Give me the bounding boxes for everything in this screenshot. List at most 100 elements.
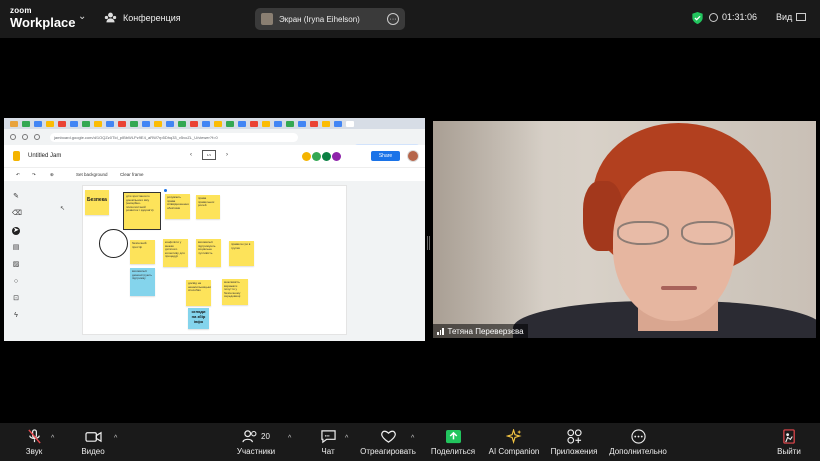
ai-companion-button[interactable]: AI Companion	[486, 423, 542, 461]
collaborator-avatar[interactable]	[312, 152, 321, 161]
ai-companion-label: AI Companion	[488, 446, 540, 456]
browser-tab[interactable]	[286, 121, 294, 127]
jam-title[interactable]: Untitled Jam	[28, 153, 61, 159]
jam-board[interactable]: Безпека діти зростаючого дошкільного вік…	[82, 185, 347, 335]
sticky-note[interactable]: безпечний простір	[130, 240, 155, 264]
text-box-icon[interactable]: ⊡	[12, 295, 20, 303]
sticky-note[interactable]: вихователі підтримують соціальне чутливі…	[196, 239, 221, 267]
browser-tab[interactable]	[22, 121, 30, 127]
eraser-icon[interactable]: ⌫	[12, 210, 22, 218]
video-options-caret-icon[interactable]: ^	[114, 435, 117, 442]
forward-icon[interactable]	[22, 134, 28, 140]
encryption-shield-icon[interactable]	[692, 12, 703, 24]
browser-tab[interactable]	[46, 121, 54, 127]
circle-shape[interactable]	[99, 229, 128, 258]
browser-tab[interactable]	[178, 121, 186, 127]
undo-icon[interactable]: ↶	[16, 172, 20, 178]
browser-tab[interactable]	[82, 121, 90, 127]
sticky-note[interactable]: досвід на ненасильницьких способах	[186, 280, 211, 306]
chevron-down-icon[interactable]: ⌄	[78, 11, 86, 22]
participants-button[interactable]: 20 Участники	[236, 423, 276, 461]
audio-options-caret-icon[interactable]: ^	[51, 435, 54, 442]
zoom-icon[interactable]: ⊕	[50, 172, 54, 178]
select-icon[interactable]: ➤	[12, 227, 20, 235]
browser-tab[interactable]	[274, 121, 282, 127]
jamboard-canvas-area: ✎ ⌫ ➤ ▤ ▨ ○ ⊡ ϟ Безпека діти зростаючого…	[4, 181, 425, 341]
active-browser-tab[interactable]	[346, 121, 354, 127]
image-icon[interactable]: ▨	[12, 261, 20, 269]
apps-button[interactable]: Приложения	[548, 423, 600, 461]
screen-share-indicator[interactable]: Экран (Iryna Eihelson) ···	[255, 8, 405, 30]
meet-icon[interactable]	[302, 152, 311, 161]
leave-label: Выйти	[777, 446, 801, 456]
reload-icon[interactable]	[34, 134, 40, 140]
browser-tab[interactable]	[70, 121, 78, 127]
chat-button[interactable]: ••• Чат	[316, 423, 340, 461]
browser-tab[interactable]	[190, 121, 198, 127]
next-frame-icon[interactable]: ›	[226, 152, 228, 158]
browser-tab[interactable]	[10, 121, 18, 127]
view-button[interactable]: Вид	[776, 12, 807, 22]
browser-tab[interactable]	[34, 121, 42, 127]
reactions-button[interactable]: Отреагировать	[358, 423, 418, 461]
laser-icon[interactable]: ϟ	[12, 312, 20, 320]
browser-tab[interactable]	[214, 121, 222, 127]
browser-tab[interactable]	[58, 121, 66, 127]
sticky-note[interactable]: огляди на збір інфо	[188, 308, 209, 329]
sticky-note[interactable]: правила гри в групах	[229, 241, 254, 266]
prev-frame-icon[interactable]: ‹	[190, 152, 192, 158]
browser-tab[interactable]	[118, 121, 126, 127]
browser-tab[interactable]	[322, 121, 330, 127]
browser-tab[interactable]	[94, 121, 102, 127]
chat-options-caret-icon[interactable]: ^	[345, 435, 348, 442]
glasses-lens	[617, 221, 669, 245]
circle-tool-icon[interactable]: ○	[12, 278, 20, 286]
reactions-options-caret-icon[interactable]: ^	[411, 435, 414, 442]
jam-share-button[interactable]: Share	[371, 151, 400, 161]
sticky-note-icon[interactable]: ▤	[12, 244, 20, 252]
redo-icon[interactable]: ↷	[32, 172, 36, 178]
share-screen-button[interactable]: Поделиться	[428, 423, 478, 461]
splitter-handle[interactable]	[427, 236, 430, 250]
meeting-info-button[interactable]: Конференция	[104, 11, 181, 24]
participant-video[interactable]: Тетяна Переверзєва	[433, 121, 816, 338]
sticky-note[interactable]: права правильних ролей	[196, 195, 220, 219]
browser-tab[interactable]	[262, 121, 270, 127]
address-bar[interactable]: jamboard.google.com/d/1OQZz0Tld_pIBbWLPz…	[50, 133, 298, 142]
selection-handle[interactable]	[163, 188, 168, 193]
collaborator-avatar[interactable]	[332, 152, 341, 161]
clear-frame-button[interactable]: Clear frame	[120, 172, 144, 177]
sticky-note[interactable]: розуміють права співвідношення обов'язки	[165, 194, 190, 219]
video-button[interactable]: Видео	[76, 423, 110, 461]
browser-tab[interactable]	[202, 121, 210, 127]
set-background-button[interactable]: Set background	[76, 172, 108, 177]
participants-count: 20	[261, 431, 270, 441]
browser-tab[interactable]	[334, 121, 342, 127]
browser-tab[interactable]	[142, 121, 150, 127]
leave-button[interactable]: Выйти	[774, 423, 804, 461]
browser-tab[interactable]	[250, 121, 258, 127]
browser-tab[interactable]	[106, 121, 114, 127]
glasses-lens	[681, 221, 733, 245]
sticky-note[interactable]: конфлікти у межах дитячого колективу для…	[163, 239, 188, 267]
sticky-note[interactable]: Безпека	[85, 190, 109, 215]
browser-tab[interactable]	[130, 121, 138, 127]
back-icon[interactable]	[10, 134, 16, 140]
sticky-note[interactable]: можливість виражати почуття у безпечному…	[222, 279, 248, 305]
browser-tab[interactable]	[238, 121, 246, 127]
pen-icon[interactable]: ✎	[12, 193, 20, 201]
audio-button[interactable]: Звук	[18, 423, 50, 461]
frame-thumbnail[interactable]: 1/1	[202, 150, 216, 160]
more-options-icon[interactable]: ···	[387, 13, 399, 25]
user-avatar[interactable]	[407, 150, 419, 162]
browser-tab[interactable]	[166, 121, 174, 127]
sticky-note[interactable]: вихователі демонструють підтримку	[130, 268, 155, 296]
sticky-note[interactable]: діти зростаючого дошкільного віку (емоці…	[123, 192, 161, 230]
collaborator-avatar[interactable]	[322, 152, 331, 161]
participants-options-caret-icon[interactable]: ^	[288, 435, 291, 442]
more-button[interactable]: Дополнительно	[605, 423, 671, 461]
browser-tab[interactable]	[226, 121, 234, 127]
browser-tab[interactable]	[298, 121, 306, 127]
browser-tab[interactable]	[154, 121, 162, 127]
browser-tab[interactable]	[310, 121, 318, 127]
